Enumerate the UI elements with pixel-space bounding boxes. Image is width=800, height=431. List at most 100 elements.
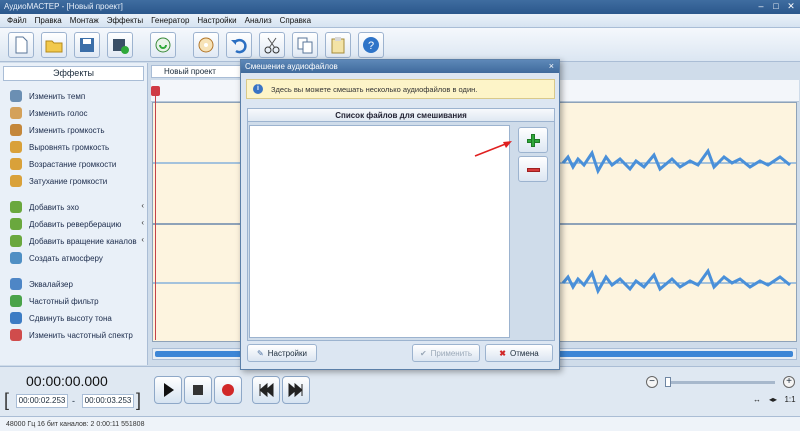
menu-edit[interactable]: Правка bbox=[31, 14, 66, 27]
play-icon bbox=[164, 383, 174, 397]
clock-icon bbox=[10, 90, 22, 102]
cancel-button[interactable]: ✖ Отмена bbox=[485, 344, 553, 362]
toolbar: ? bbox=[0, 28, 800, 62]
menu-montage[interactable]: Монтаж bbox=[66, 14, 103, 27]
check-icon: ✔ bbox=[419, 348, 427, 358]
menu-file[interactable]: Файл bbox=[3, 14, 31, 27]
dialog-title-bar: Смешение аудиофайлов × bbox=[241, 60, 559, 73]
window-title-bar: АудиоМАСТЕР - [Новый проект] – □ ✕ bbox=[0, 0, 800, 14]
document-tab[interactable]: Новый проект bbox=[151, 65, 243, 78]
selection-start-field[interactable]: 00:00:02.253 bbox=[16, 394, 68, 408]
effect-frequency-spectrum[interactable]: Изменить частотный спектр bbox=[10, 328, 133, 342]
effect-channel-rotation[interactable]: Добавить вращение каналов bbox=[10, 234, 137, 248]
menu-generator[interactable]: Генератор bbox=[147, 14, 193, 27]
mix-audio-dialog: Смешение аудиофайлов × i Здесь вы можете… bbox=[240, 59, 560, 370]
audio-cd-icon[interactable] bbox=[193, 31, 219, 58]
paste-icon[interactable] bbox=[325, 31, 351, 58]
menu-settings[interactable]: Настройки bbox=[193, 14, 240, 27]
add-file-button[interactable] bbox=[518, 127, 548, 153]
close-icon[interactable]: ✕ bbox=[784, 1, 798, 12]
effect-normalize-volume[interactable]: Выровнять громкость bbox=[10, 140, 109, 154]
new-file-icon[interactable] bbox=[8, 31, 34, 58]
help-icon[interactable]: ? bbox=[358, 31, 384, 58]
add-video-icon[interactable] bbox=[107, 31, 133, 58]
status-bar: 48000 Гц 16 бит каналов: 2 0:00:11 55180… bbox=[0, 416, 800, 431]
svg-text:?: ? bbox=[368, 40, 374, 52]
transport-panel bbox=[0, 366, 800, 416]
minimize-icon[interactable]: – bbox=[754, 1, 768, 12]
fit-selection-icon[interactable]: ◂▸ bbox=[766, 393, 780, 407]
chevron-left-icon[interactable]: ‹ bbox=[141, 218, 144, 227]
stop-icon bbox=[193, 385, 203, 395]
reverb-icon bbox=[10, 218, 22, 230]
selection-end-field[interactable]: 00:00:03.253 bbox=[82, 394, 134, 408]
record-dot-icon bbox=[222, 384, 234, 396]
chevron-left-icon[interactable]: ‹ bbox=[141, 201, 144, 210]
effects-panel-title: Эффекты bbox=[3, 66, 144, 81]
skip-back-icon bbox=[259, 382, 274, 398]
settings-button[interactable]: ✎ Настройки bbox=[247, 344, 317, 362]
skip-forward-button[interactable] bbox=[282, 376, 310, 404]
copy-icon[interactable] bbox=[292, 31, 318, 58]
play-button[interactable] bbox=[154, 376, 182, 404]
stop-button[interactable] bbox=[184, 376, 212, 404]
remove-file-button[interactable] bbox=[518, 156, 548, 182]
info-bar: i Здесь вы можете смешать несколько ауди… bbox=[246, 79, 555, 99]
open-folder-icon[interactable] bbox=[41, 31, 67, 58]
effect-change-volume[interactable]: Изменить громкость bbox=[10, 123, 105, 137]
effect-atmosphere[interactable]: Создать атмосферу bbox=[10, 251, 103, 265]
effect-add-reverb[interactable]: Добавить реверберацию bbox=[10, 217, 121, 231]
minus-icon bbox=[527, 168, 540, 172]
zoom-in-button[interactable]: + bbox=[783, 376, 795, 388]
atmosphere-icon bbox=[10, 252, 22, 264]
equalizer-icon bbox=[10, 278, 22, 290]
effect-equalizer[interactable]: Эквалайзер bbox=[10, 277, 73, 291]
rotation-icon bbox=[10, 235, 22, 247]
spectrum-icon bbox=[10, 329, 22, 341]
chevron-left-icon[interactable]: ‹ bbox=[141, 235, 144, 244]
skip-back-button[interactable] bbox=[252, 376, 280, 404]
menu-help[interactable]: Справка bbox=[276, 14, 315, 27]
effect-add-echo[interactable]: Добавить эхо bbox=[10, 200, 79, 214]
effect-fade-out[interactable]: Затухание громкости bbox=[10, 174, 107, 188]
cancel-x-icon: ✖ bbox=[499, 348, 506, 358]
effect-frequency-filter[interactable]: Частотный фильтр bbox=[10, 294, 99, 308]
menu-effects[interactable]: Эффекты bbox=[103, 14, 147, 27]
zoom-out-button[interactable]: − bbox=[646, 376, 658, 388]
wrench-icon: ✎ bbox=[257, 348, 264, 358]
current-time: 00:00:00.000 bbox=[26, 373, 108, 389]
zoom-slider-track[interactable] bbox=[665, 381, 775, 384]
effect-pitch-shift[interactable]: Сдвинуть высоту тона bbox=[10, 311, 112, 325]
skip-forward-icon bbox=[288, 382, 303, 398]
cut-icon[interactable] bbox=[259, 31, 285, 58]
undo-icon[interactable] bbox=[226, 31, 252, 58]
speaker-icon bbox=[10, 175, 22, 187]
speaker-icon bbox=[10, 141, 22, 153]
dialog-close-icon[interactable]: × bbox=[549, 60, 554, 73]
dialog-title: Смешение аудиофайлов bbox=[245, 62, 338, 71]
effects-panel: Эффекты Изменить темп Изменить голос Изм… bbox=[0, 63, 148, 365]
maximize-icon[interactable]: □ bbox=[769, 1, 783, 12]
menu-analysis[interactable]: Анализ bbox=[241, 14, 276, 27]
apply-button[interactable]: ✔ Применить bbox=[412, 344, 480, 362]
fit-width-icon[interactable]: ↔ bbox=[750, 393, 764, 407]
file-list-header: Список файлов для смешивания bbox=[248, 109, 554, 122]
file-list[interactable] bbox=[249, 125, 510, 338]
funnel-icon bbox=[10, 295, 22, 307]
playhead-line bbox=[155, 90, 156, 340]
record-button[interactable] bbox=[214, 376, 242, 404]
echo-icon bbox=[10, 201, 22, 213]
effect-change-voice[interactable]: Изменить голос bbox=[10, 106, 88, 120]
record-icon[interactable] bbox=[150, 31, 176, 58]
menu-bar: Файл Правка Монтаж Эффекты Генератор Нас… bbox=[0, 14, 800, 28]
zoom-reset-button[interactable]: 1:1 bbox=[783, 393, 797, 407]
window-title: АудиоМАСТЕР - [Новый проект] bbox=[4, 2, 123, 11]
effect-fade-in[interactable]: Возрастание громкости bbox=[10, 157, 116, 171]
speaker-icon bbox=[10, 124, 22, 136]
effect-change-tempo[interactable]: Изменить темп bbox=[10, 89, 85, 103]
zoom-slider-thumb[interactable] bbox=[665, 377, 671, 387]
save-icon[interactable] bbox=[74, 31, 100, 58]
pitch-arrows-icon bbox=[10, 312, 22, 324]
speaker-icon bbox=[10, 158, 22, 170]
info-icon: i bbox=[253, 84, 263, 94]
